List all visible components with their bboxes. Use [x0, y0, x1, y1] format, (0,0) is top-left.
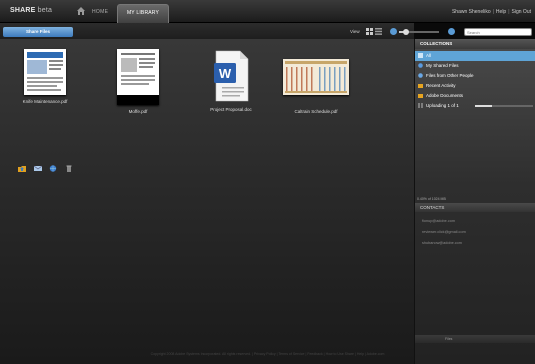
upload-icon	[418, 103, 423, 108]
user-name[interactable]: Shawn Sheneliko	[452, 9, 491, 15]
upload-progress-bar	[475, 105, 533, 107]
home-icon[interactable]	[76, 6, 86, 16]
user-area: Shawn Sheneliko | Help | Sign Out	[451, 9, 531, 15]
folder-upload-icon[interactable]	[18, 165, 26, 172]
pdf-thumbnail	[24, 49, 66, 95]
pdf-thumbnail	[117, 49, 159, 105]
app-logo[interactable]: SHARE beta	[10, 7, 52, 14]
tab-my-library[interactable]: MY LIBRARY	[117, 4, 169, 23]
file-item[interactable]: W Project Proposal.doc	[196, 49, 266, 112]
collection-label: My Shared Files	[426, 63, 459, 68]
collections-header: COLLECTIONS	[415, 39, 535, 49]
collection-my-shared-files[interactable]: My Shared Files	[415, 61, 535, 71]
word-document-icon: W	[210, 49, 252, 103]
shared-icon	[418, 63, 423, 68]
collection-adobe-documents[interactable]: Adobe Documents	[415, 91, 535, 101]
panel-bottom-bar: Files	[415, 335, 535, 343]
logo-main: SHARE	[10, 7, 36, 14]
contact-item[interactable]: reviewer.click@gmail.com	[422, 230, 466, 234]
thumbnail-view-icon[interactable]	[366, 28, 373, 35]
file-item[interactable]: Caltrain Schedule.pdf	[281, 59, 351, 114]
list-view-icon[interactable]	[375, 28, 382, 35]
collection-label: All	[426, 53, 432, 58]
collection-recent-activity[interactable]: Recent Activity	[415, 81, 535, 91]
share-files-button[interactable]: Share Files	[3, 27, 73, 37]
file-name[interactable]: Caltrain Schedule.pdf	[281, 109, 351, 114]
panel-bottom-label[interactable]: Files	[445, 335, 452, 343]
zoom-in-button[interactable]	[448, 28, 455, 35]
file-name[interactable]: Knife Maintenance.pdf	[10, 99, 80, 104]
email-icon[interactable]	[34, 165, 42, 172]
nav-home[interactable]: HOME	[92, 9, 108, 15]
sign-out-link[interactable]: Sign Out	[512, 9, 531, 15]
collection-all[interactable]: All	[415, 51, 535, 61]
collection-label: Files from Other People	[426, 73, 474, 78]
contacts-header: CONTACTS	[415, 203, 535, 212]
footer: Copyright 2008 Adobe Systems Incorporate…	[150, 352, 385, 356]
file-item[interactable]: Knife Maintenance.pdf	[10, 49, 80, 104]
file-browser: Knife Maintenance.pdf Moffe.pdf W Projec…	[0, 39, 414, 364]
logo-beta: beta	[37, 7, 53, 14]
zoom-slider-handle[interactable]	[403, 29, 409, 35]
collection-label: Recent Activity	[426, 83, 456, 88]
contact-item[interactable]: shubanow@adobe.com	[422, 241, 462, 245]
pdf-thumbnail	[283, 59, 349, 95]
file-item[interactable]: Moffe.pdf	[103, 49, 173, 114]
trash-icon[interactable]	[65, 165, 73, 172]
file-name[interactable]: Moffe.pdf	[103, 109, 173, 114]
people-icon	[418, 73, 423, 78]
right-panel: COLLECTIONS All My Shared Files Files fr…	[414, 39, 535, 364]
svg-text:W: W	[219, 66, 232, 81]
help-link[interactable]: Help	[496, 9, 506, 15]
zoom-out-button[interactable]	[390, 28, 397, 35]
search-input[interactable]	[464, 28, 532, 36]
contact-item[interactable]: fionup@adobe.com	[422, 219, 455, 223]
collection-label: Adobe Documents	[426, 93, 464, 98]
all-icon	[418, 53, 423, 58]
storage-usage: 0.40% of 1024 MB	[417, 197, 446, 201]
folder-icon	[418, 94, 423, 98]
collection-uploading: Uploading 1 of 1	[415, 101, 535, 111]
globe-icon[interactable]	[49, 165, 57, 172]
collection-files-from-others[interactable]: Files from Other People	[415, 71, 535, 81]
collection-label: Uploading 1 of 1	[426, 103, 459, 108]
top-bar: SHARE beta HOME MY LIBRARY Shawn Sheneli…	[0, 0, 535, 23]
view-label: View	[350, 29, 360, 34]
file-name[interactable]: Project Proposal.doc	[196, 107, 266, 112]
folder-icon	[418, 84, 423, 88]
